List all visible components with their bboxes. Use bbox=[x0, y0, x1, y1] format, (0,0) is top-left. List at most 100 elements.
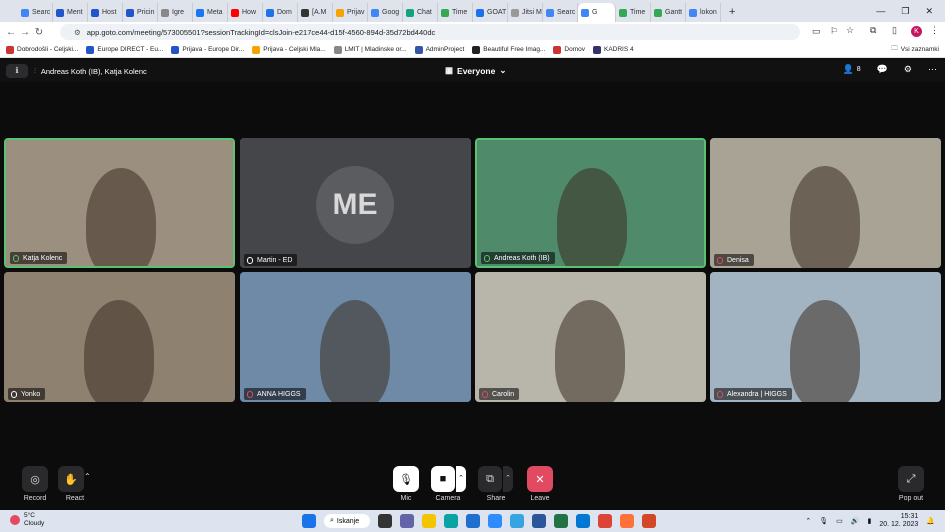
browser-tab[interactable]: Dom bbox=[263, 3, 298, 22]
reload-icon[interactable]: ↻ bbox=[32, 27, 46, 38]
more-options-icon[interactable]: ⋯ bbox=[928, 64, 937, 75]
menu-icon[interactable]: ⋮ bbox=[930, 25, 939, 36]
browser-tab[interactable]: Time bbox=[616, 3, 651, 22]
firefox-icon[interactable] bbox=[620, 514, 634, 528]
video-tile[interactable]: Andreas Koth (IB) bbox=[475, 138, 706, 268]
browser-tab[interactable]: Searc bbox=[543, 3, 578, 22]
bookmark-star-icon[interactable]: ☆ bbox=[846, 25, 854, 36]
browser-tab[interactable]: [A.M bbox=[298, 3, 333, 22]
excel-icon[interactable] bbox=[554, 514, 568, 528]
video-tile[interactable]: Carolin bbox=[475, 272, 706, 402]
settings-gear-icon[interactable]: ⚙ bbox=[904, 64, 912, 75]
weather-alert-icon bbox=[10, 515, 20, 525]
file-explorer-icon[interactable] bbox=[422, 514, 436, 528]
browser-tab[interactable]: Meta bbox=[193, 3, 228, 22]
clock[interactable]: 15:31 20. 12. 2023 bbox=[879, 513, 918, 529]
weather-widget[interactable]: 5°C Cloudy bbox=[10, 512, 44, 528]
forward-icon[interactable]: → bbox=[18, 27, 32, 38]
browser-tab[interactable]: Pricin bbox=[123, 3, 158, 22]
chrome-icon[interactable] bbox=[598, 514, 612, 528]
bookmark-item[interactable]: AdminProject bbox=[414, 45, 464, 54]
url-field[interactable]: ⚙ app.goto.com/meeting/573005501?session… bbox=[60, 24, 800, 40]
zoom-icon[interactable] bbox=[488, 514, 502, 528]
participant-silhouette bbox=[790, 300, 860, 402]
browser-tab[interactable]: lokon bbox=[686, 3, 721, 22]
bookmark-item[interactable]: Beautiful Free Imag... bbox=[472, 45, 545, 54]
browser-tab[interactable]: Searc bbox=[18, 3, 53, 22]
word-icon[interactable] bbox=[532, 514, 546, 528]
network-icon[interactable]: ▭ bbox=[836, 517, 843, 525]
video-tile[interactable]: Alexandra | HIGGS bbox=[710, 272, 941, 402]
info-icon[interactable]: ℹ bbox=[6, 64, 28, 78]
store-icon[interactable] bbox=[466, 514, 480, 528]
browser-tab[interactable]: Igre bbox=[158, 3, 193, 22]
sidebar-icon[interactable]: ▯ bbox=[892, 25, 897, 36]
browser-tab[interactable]: How bbox=[228, 3, 263, 22]
browser-tab[interactable]: Ment bbox=[53, 3, 88, 22]
video-tile[interactable]: Katja Kolenc bbox=[4, 138, 235, 268]
translate-icon[interactable]: ⚐ bbox=[830, 26, 838, 37]
tab-label: GOAT bbox=[487, 9, 507, 16]
react-button[interactable]: ✋ bbox=[58, 466, 84, 492]
browser-tab[interactable]: Jitsi M bbox=[508, 3, 543, 22]
camera-chevron-up-icon[interactable]: ⌃ bbox=[456, 466, 466, 492]
minimize-icon[interactable]: — bbox=[876, 6, 885, 16]
share-chevron-up-icon[interactable]: ⌃ bbox=[503, 466, 513, 492]
browser-tab[interactable]: Chat bbox=[403, 3, 438, 22]
video-tile[interactable]: Yonko bbox=[4, 272, 235, 402]
taskbar-search[interactable]: ⌕ Iskanje bbox=[324, 514, 370, 528]
video-tile[interactable]: ME Martin - ED bbox=[240, 138, 471, 268]
all-bookmarks-folder[interactable]: 🗀 Vsi zaznamki bbox=[891, 44, 939, 55]
browser-tab[interactable]: GOAT bbox=[473, 3, 508, 22]
tray-chevron-up-icon[interactable]: ⌃ bbox=[805, 517, 811, 525]
site-info-icon[interactable]: ⚙ bbox=[74, 28, 81, 37]
tab-favicon-icon bbox=[476, 8, 484, 17]
mic-tray-icon[interactable]: 🎙 bbox=[819, 517, 828, 525]
bookmark-item[interactable]: Domov bbox=[553, 45, 585, 54]
powerpoint-icon[interactable] bbox=[642, 514, 656, 528]
bookmark-favicon-icon bbox=[592, 45, 601, 54]
app-icon[interactable] bbox=[510, 514, 524, 528]
new-tab-button[interactable]: + bbox=[721, 3, 743, 22]
video-tile[interactable]: Denisa bbox=[710, 138, 941, 268]
leave-button[interactable]: ✕ bbox=[527, 466, 553, 492]
bookmark-item[interactable]: LMIT | Mladinske or... bbox=[333, 45, 407, 54]
bookmark-item[interactable]: Prijava - Celjski Mla... bbox=[252, 45, 326, 54]
camera-button[interactable]: ■ bbox=[431, 466, 455, 492]
battery-icon[interactable]: ▮ bbox=[867, 517, 871, 525]
participants-button[interactable]: 👤 8 bbox=[843, 64, 861, 75]
bookmark-item[interactable]: Europe DIRECT - Eu... bbox=[86, 45, 163, 54]
notifications-icon[interactable]: 🔔 bbox=[926, 517, 935, 525]
teams-icon[interactable] bbox=[400, 514, 414, 528]
browser-tab[interactable]: Host bbox=[88, 3, 123, 22]
outlook-icon[interactable] bbox=[576, 514, 590, 528]
record-button[interactable]: ◎ bbox=[22, 466, 48, 492]
popout-button[interactable]: ⤢ bbox=[898, 466, 924, 492]
clock-time: 15:31 bbox=[900, 513, 919, 520]
back-icon[interactable]: ← bbox=[4, 27, 18, 38]
extensions-icon[interactable]: ⧉ bbox=[870, 25, 876, 36]
browser-tab[interactable]: G bbox=[578, 3, 616, 22]
cast-icon[interactable]: ▭ bbox=[812, 26, 821, 37]
browser-tab[interactable]: Time bbox=[438, 3, 473, 22]
bookmark-item[interactable]: Dobrodošli - Celjski... bbox=[6, 45, 78, 54]
browser-tab[interactable]: Prijav bbox=[333, 3, 368, 22]
bookmark-item[interactable]: KADRIS 4 bbox=[592, 45, 634, 54]
volume-icon[interactable]: 🔊 bbox=[851, 517, 860, 525]
mic-button[interactable]: 🎙 bbox=[393, 466, 419, 492]
windows-start-icon[interactable] bbox=[302, 514, 316, 528]
share-button[interactable]: ⧉ bbox=[478, 466, 502, 492]
profile-avatar[interactable]: K bbox=[911, 26, 922, 37]
browser-tab[interactable]: Goog bbox=[368, 3, 403, 22]
video-tile[interactable]: ANNA HIGGS bbox=[240, 272, 471, 402]
edge-icon[interactable] bbox=[444, 514, 458, 528]
task-view-icon[interactable] bbox=[378, 514, 392, 528]
maximize-icon[interactable]: ❐ bbox=[901, 6, 909, 17]
view-selector[interactable]: ▦ Everyone ⌄ bbox=[445, 65, 506, 76]
browser-tab[interactable]: Gantt bbox=[651, 3, 686, 22]
react-chevron-up-icon[interactable]: ⌃ bbox=[84, 472, 91, 481]
close-icon[interactable]: ✕ bbox=[925, 6, 933, 17]
person-icon: 👤 bbox=[842, 64, 854, 74]
chat-icon[interactable]: 💬 bbox=[877, 64, 888, 75]
bookmark-item[interactable]: Prijava - Europe Dir... bbox=[171, 45, 244, 54]
